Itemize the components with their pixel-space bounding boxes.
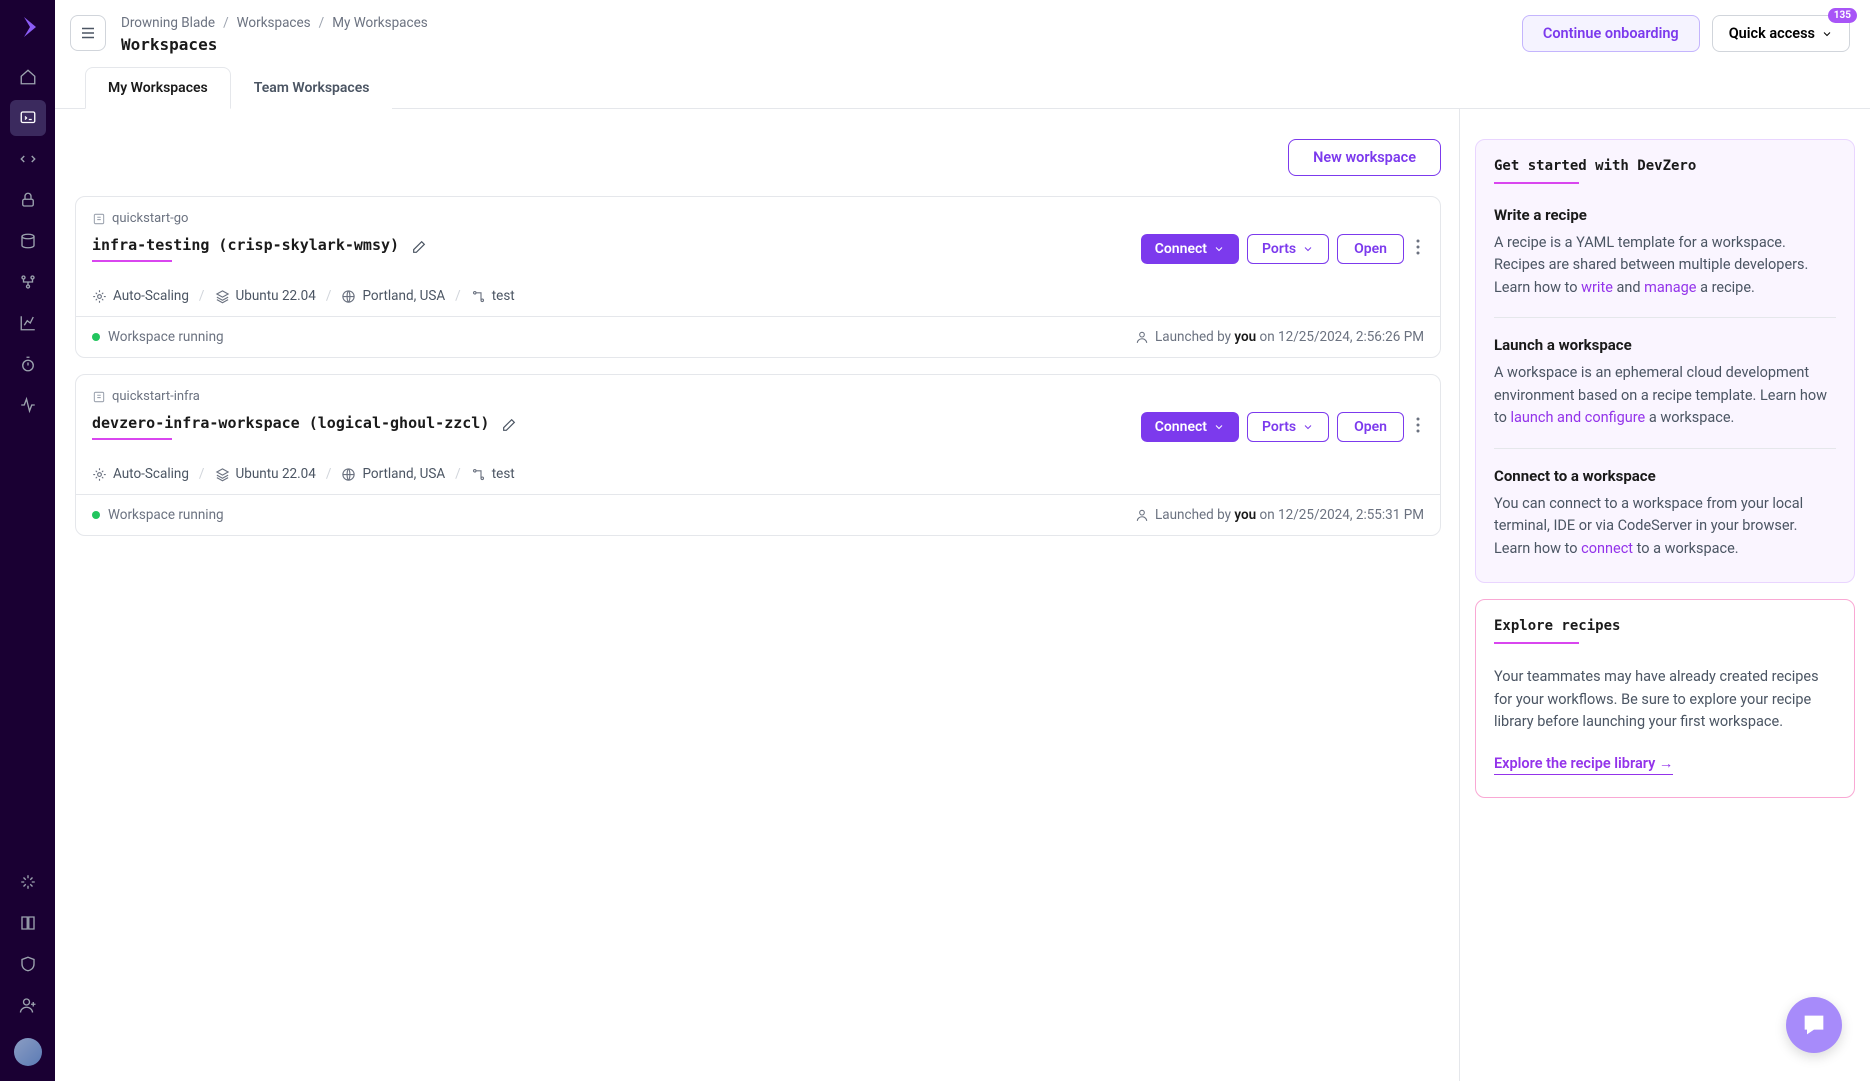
sidebar bbox=[0, 0, 55, 1081]
chevron-down-icon bbox=[1821, 28, 1833, 40]
write-link[interactable]: write bbox=[1581, 279, 1613, 296]
user-icon bbox=[1135, 508, 1149, 522]
crumb-current[interactable]: My Workspaces bbox=[332, 15, 428, 31]
quick-access-button[interactable]: Quick access 135 bbox=[1712, 15, 1850, 52]
app-logo-icon bbox=[16, 15, 40, 39]
meta-os: Ubuntu 22.04 bbox=[215, 466, 316, 482]
chevron-down-icon bbox=[1302, 243, 1314, 255]
section-heading: Write a recipe bbox=[1494, 206, 1836, 224]
section-text: You can connect to a workspace from your… bbox=[1494, 493, 1836, 560]
edit-icon[interactable] bbox=[411, 239, 427, 259]
panel-title: Explore recipes bbox=[1494, 618, 1836, 634]
workspace-status: Workspace running bbox=[92, 329, 224, 345]
meta-os: Ubuntu 22.04 bbox=[215, 288, 316, 304]
chevron-down-icon bbox=[1213, 421, 1225, 433]
branch-icon bbox=[471, 467, 486, 482]
status-dot-icon bbox=[92, 333, 100, 341]
meta-region: Portland, USA bbox=[341, 288, 445, 304]
workspace-title: devzero-infra-workspace (logical-ghoul-z… bbox=[92, 414, 489, 432]
new-workspace-button[interactable]: New workspace bbox=[1288, 139, 1441, 176]
tab-team-workspaces[interactable]: Team Workspaces bbox=[231, 67, 393, 109]
kebab-menu-icon[interactable] bbox=[1412, 235, 1424, 263]
chevron-down-icon bbox=[1213, 243, 1225, 255]
connect-button[interactable]: Connect bbox=[1141, 234, 1239, 264]
recipe-icon bbox=[92, 212, 106, 226]
workspace-card: quickstart-go infra-testing (crisp-skyla… bbox=[75, 196, 1441, 358]
nav-sparkle-icon[interactable] bbox=[10, 864, 46, 900]
ports-button[interactable]: Ports bbox=[1247, 412, 1329, 442]
gear-icon bbox=[92, 467, 107, 482]
user-icon bbox=[1135, 330, 1149, 344]
quick-access-label: Quick access bbox=[1729, 25, 1815, 42]
connect-link[interactable]: connect bbox=[1581, 540, 1633, 557]
nav-home-icon[interactable] bbox=[10, 59, 46, 95]
nav-docs-icon[interactable] bbox=[10, 905, 46, 941]
meta-scaling: Auto-Scaling bbox=[92, 288, 189, 304]
chevron-down-icon bbox=[1302, 421, 1314, 433]
launch-link[interactable]: launch and configure bbox=[1510, 409, 1645, 426]
launched-info: Launched by you on 12/25/2024, 2:55:31 P… bbox=[1135, 507, 1424, 523]
meta-branch: test bbox=[471, 466, 515, 482]
meta-scaling: Auto-Scaling bbox=[92, 466, 189, 482]
nav-shield-icon[interactable] bbox=[10, 946, 46, 982]
section-heading: Launch a workspace bbox=[1494, 336, 1836, 354]
meta-branch: test bbox=[471, 288, 515, 304]
workspace-list: New workspace quickstart-go infra-testin… bbox=[55, 109, 1460, 1081]
edit-icon[interactable] bbox=[501, 417, 517, 437]
continue-onboarding-button[interactable]: Continue onboarding bbox=[1522, 15, 1700, 52]
menu-toggle-button[interactable] bbox=[70, 15, 106, 51]
open-button[interactable]: Open bbox=[1337, 412, 1404, 442]
section-text: A workspace is an ephemeral cloud develo… bbox=[1494, 362, 1836, 429]
nav-security-icon[interactable] bbox=[10, 182, 46, 218]
manage-link[interactable]: manage bbox=[1644, 279, 1696, 296]
section-text: Your teammates may have already created … bbox=[1494, 666, 1836, 733]
workspace-card: quickstart-infra devzero-infra-workspace… bbox=[75, 374, 1441, 536]
launched-info: Launched by you on 12/25/2024, 2:56:26 P… bbox=[1135, 329, 1424, 345]
nav-analytics-icon[interactable] bbox=[10, 305, 46, 341]
workspace-status: Workspace running bbox=[92, 507, 224, 523]
ports-button[interactable]: Ports bbox=[1247, 234, 1329, 264]
crumb-workspaces[interactable]: Workspaces bbox=[237, 15, 311, 31]
section-heading: Connect to a workspace bbox=[1494, 467, 1836, 485]
connect-button[interactable]: Connect bbox=[1141, 412, 1239, 442]
breadcrumb: Drowning Blade/ Workspaces/ My Workspace… bbox=[121, 15, 1522, 31]
get-started-panel: Get started with DevZero Write a recipe … bbox=[1475, 139, 1855, 583]
nav-branches-icon[interactable] bbox=[10, 264, 46, 300]
globe-icon bbox=[341, 289, 356, 304]
recipe-name: quickstart-infra bbox=[92, 389, 1424, 404]
gear-icon bbox=[92, 289, 107, 304]
layers-icon bbox=[215, 289, 230, 304]
nav-timer-icon[interactable] bbox=[10, 346, 46, 382]
meta-region: Portland, USA bbox=[341, 466, 445, 482]
nav-invite-icon[interactable] bbox=[10, 987, 46, 1023]
recipe-name: quickstart-go bbox=[92, 211, 1424, 226]
recipe-icon bbox=[92, 390, 106, 404]
page-header: Drowning Blade/ Workspaces/ My Workspace… bbox=[55, 0, 1870, 54]
branch-icon bbox=[471, 289, 486, 304]
panel-title: Get started with DevZero bbox=[1494, 158, 1836, 174]
kebab-menu-icon[interactable] bbox=[1412, 413, 1424, 441]
nav-activity-icon[interactable] bbox=[10, 387, 46, 423]
chat-fab-button[interactable] bbox=[1786, 997, 1842, 1053]
crumb-team[interactable]: Drowning Blade bbox=[121, 15, 215, 31]
tab-my-workspaces[interactable]: My Workspaces bbox=[85, 67, 231, 109]
chat-icon bbox=[1800, 1011, 1828, 1039]
tabs: My Workspaces Team Workspaces bbox=[55, 66, 1870, 109]
explore-library-link[interactable]: Explore the recipe library → bbox=[1494, 755, 1673, 775]
layers-icon bbox=[215, 467, 230, 482]
workspace-title: infra-testing (crisp-skylark-wmsy) bbox=[92, 236, 399, 254]
explore-recipes-panel: Explore recipes Your teammates may have … bbox=[1475, 599, 1855, 797]
open-button[interactable]: Open bbox=[1337, 234, 1404, 264]
globe-icon bbox=[341, 467, 356, 482]
status-dot-icon bbox=[92, 511, 100, 519]
nav-storage-icon[interactable] bbox=[10, 223, 46, 259]
section-text: A recipe is a YAML template for a worksp… bbox=[1494, 232, 1836, 299]
nav-workspaces-icon[interactable] bbox=[10, 100, 46, 136]
nav-recipes-icon[interactable] bbox=[10, 141, 46, 177]
quick-access-badge: 135 bbox=[1828, 8, 1857, 23]
page-title: Workspaces bbox=[121, 35, 1522, 54]
user-avatar[interactable] bbox=[14, 1038, 42, 1066]
